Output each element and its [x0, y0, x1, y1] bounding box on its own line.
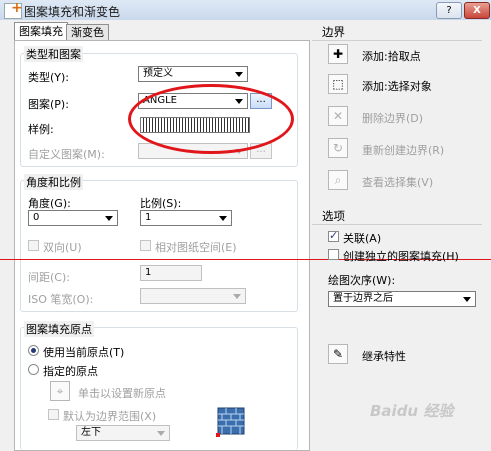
draw-order-label: 绘图次序(W): [328, 274, 396, 287]
eyedropper-icon: ✎ [332, 347, 344, 361]
close-button[interactable]: X [464, 2, 490, 19]
inherit-properties-label: 继承特性 [362, 350, 406, 363]
scale-value: 1 [145, 212, 152, 223]
add-pick-points-button[interactable]: ✚ [328, 44, 348, 64]
angle-value: 0 [33, 212, 40, 223]
remove-boundaries-label: 删除边界(D) [362, 112, 424, 125]
boundaries-group-label: 边界 [322, 25, 345, 39]
chevron-down-icon [463, 297, 471, 302]
independent-hatch-label: 创建独立的图案填充(H) [343, 250, 459, 263]
draw-order-dropdown[interactable]: 置于边界之后 [328, 291, 476, 307]
view-selections-label: 查看选择集(V) [362, 176, 434, 189]
options-group-label: 选项 [322, 209, 345, 223]
recreate-boundary-label: 重新创建边界(R) [362, 144, 445, 157]
angle-label: 角度(G): [28, 197, 71, 210]
custom-pattern-label: 自定义图案(M): [28, 148, 105, 161]
view-selections-button[interactable]: ⌕ [328, 170, 348, 190]
recreate-boundary-icon: ↻ [332, 141, 344, 155]
window-title: 图案填充和渐变色 [24, 5, 121, 19]
scale-label: 比例(S): [140, 197, 182, 210]
use-current-origin-radio[interactable] [28, 345, 39, 356]
iso-pen-label: ISO 笔宽(O): [28, 293, 94, 306]
add-select-objects-label: 添加:选择对象 [362, 80, 432, 93]
relative-paper-checkbox[interactable] [140, 240, 151, 251]
boundaries-divider [312, 40, 482, 41]
tab-gradient[interactable]: 渐变色 [66, 24, 109, 41]
remove-boundaries-button[interactable]: ✕ [328, 106, 348, 126]
draw-order-value: 置于边界之后 [333, 293, 393, 304]
chevron-down-icon [219, 216, 227, 221]
origin-position-dropdown[interactable]: 左下 [76, 425, 170, 441]
double-label: 双向(U) [43, 241, 82, 254]
inherit-properties-button[interactable]: ✎ [328, 344, 348, 364]
annotation-ellipse [128, 84, 294, 154]
options-divider [312, 224, 482, 225]
type-label: 类型(Y): [28, 71, 70, 84]
watermark: Baidu 经验 [370, 402, 454, 420]
add-select-objects-button[interactable]: ⬚ [328, 74, 348, 94]
specified-origin-label: 指定的原点 [43, 365, 98, 378]
spacing-input[interactable]: 1 [140, 265, 202, 281]
angle-scale-label: 角度和比例 [24, 174, 83, 190]
chevron-down-icon [233, 294, 241, 299]
pick-points-icon: ✚ [332, 47, 344, 61]
app-icon [4, 0, 23, 19]
select-objects-icon: ⬚ [332, 77, 344, 91]
double-checkbox[interactable] [28, 240, 39, 251]
set-origin-button[interactable]: ⌖ [50, 381, 70, 401]
origin-preview-icon [216, 407, 245, 437]
scale-dropdown[interactable]: 1 [140, 210, 232, 226]
use-current-origin-label: 使用当前原点(T) [43, 346, 125, 359]
independent-hatch-checkbox[interactable] [328, 249, 339, 260]
type-value: 预定义 [143, 68, 173, 79]
recreate-boundary-button[interactable]: ↻ [328, 138, 348, 158]
type-dropdown[interactable]: 预定义 [138, 66, 248, 82]
tab-hatch[interactable]: 图案填充 [14, 22, 68, 41]
set-origin-label: 单击以设置新原点 [78, 387, 166, 400]
type-pattern-label: 类型和图案 [24, 46, 83, 62]
help-button[interactable]: ? [436, 2, 462, 19]
chevron-down-icon [235, 72, 243, 77]
origin-position-value: 左下 [81, 427, 101, 438]
magnifier-icon: ⌕ [334, 173, 342, 187]
associative-checkbox[interactable] [328, 229, 339, 242]
remove-boundary-icon: ✕ [332, 109, 344, 123]
angle-dropdown[interactable]: 0 [28, 210, 118, 226]
add-pick-points-label: 添加:拾取点 [362, 50, 421, 63]
iso-pen-dropdown[interactable] [140, 288, 246, 304]
chevron-down-icon [157, 431, 165, 436]
chevron-down-icon [105, 216, 113, 221]
spacing-label: 间距(C): [28, 271, 70, 284]
sample-label: 样例: [28, 123, 54, 136]
default-boundary-label: 默认为边界范围(X) [63, 410, 157, 423]
associative-label: 关联(A) [343, 232, 382, 245]
cursor-icon: ⌖ [56, 384, 64, 398]
specified-origin-radio[interactable] [28, 364, 39, 375]
pattern-label: 图案(P): [28, 98, 69, 111]
origin-label: 图案填充原点 [24, 321, 94, 337]
default-boundary-checkbox[interactable] [48, 409, 59, 420]
relative-paper-label: 相对图纸空间(E) [155, 241, 237, 254]
